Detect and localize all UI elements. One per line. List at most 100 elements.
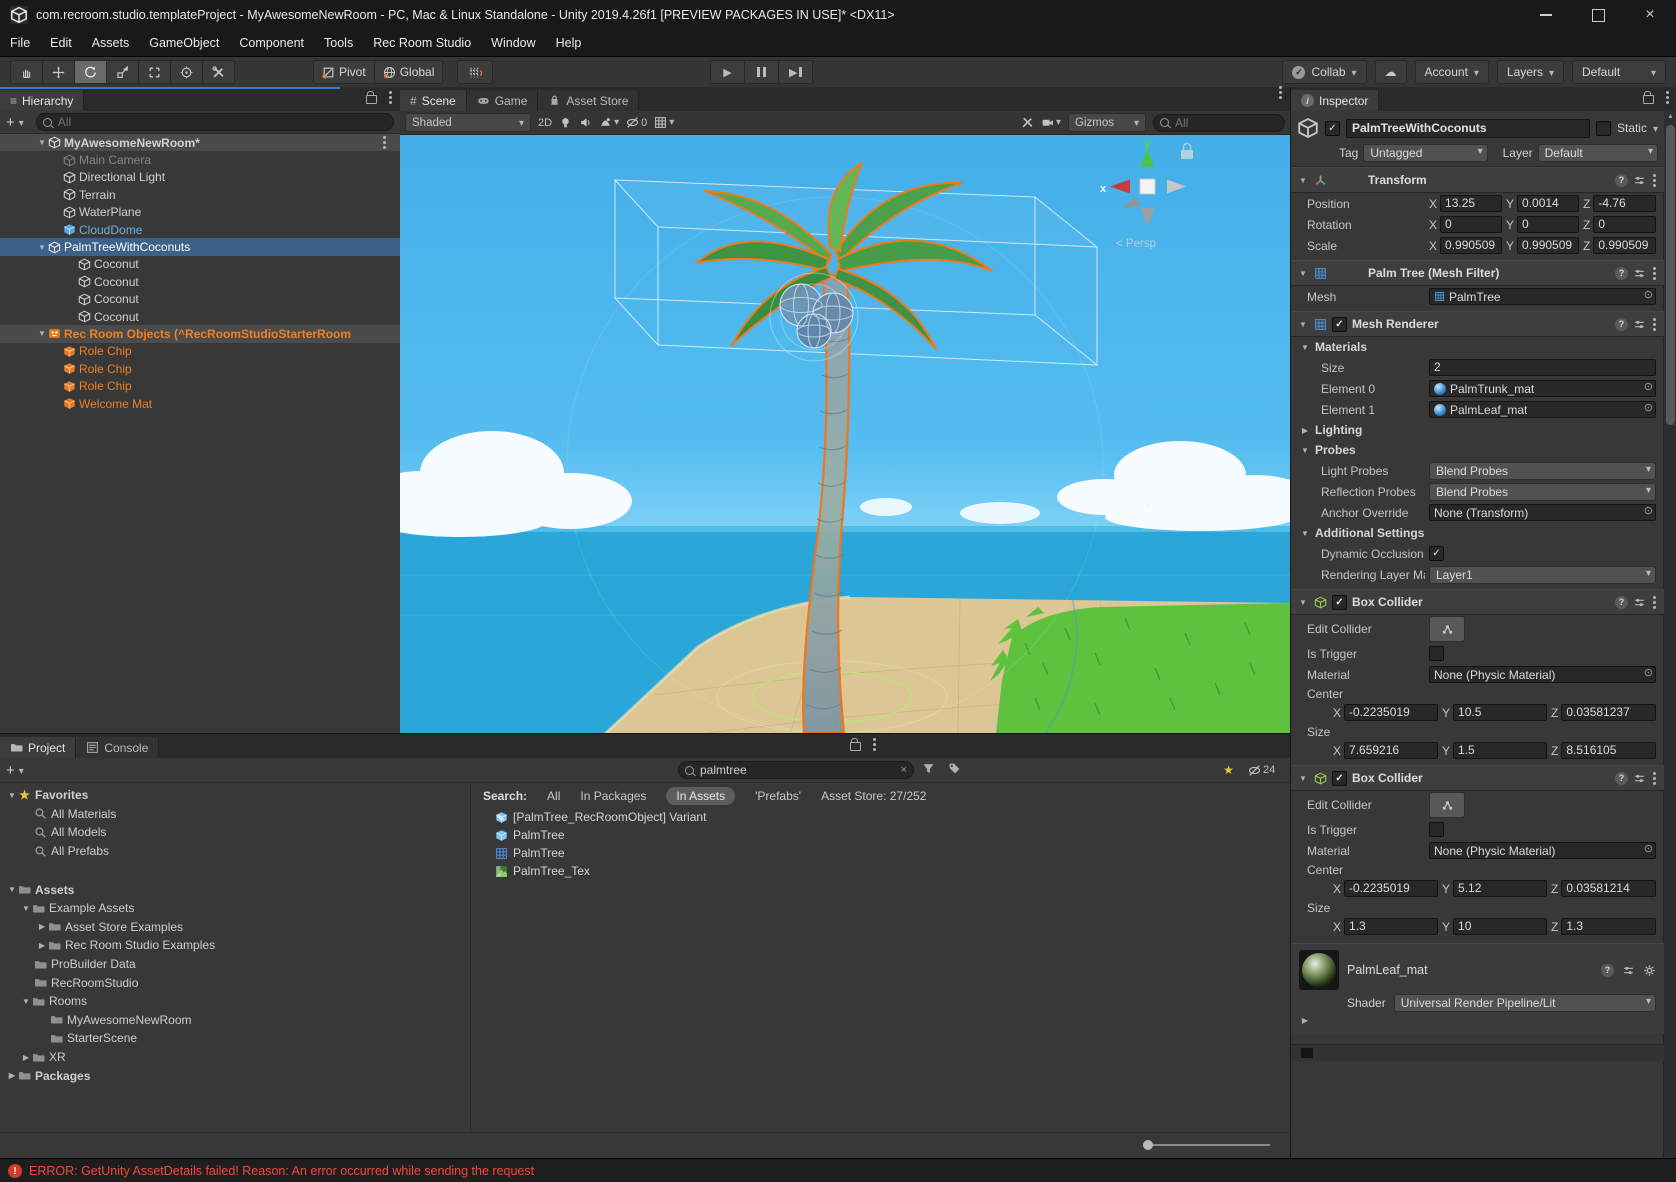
- scope-in-assets[interactable]: In Assets: [666, 787, 735, 805]
- tree-example-assets[interactable]: Example Assets: [0, 899, 470, 918]
- edit-collider-button[interactable]: [1429, 616, 1465, 642]
- move-tool-button[interactable]: [42, 60, 74, 84]
- custom-tools-button[interactable]: [202, 60, 235, 84]
- collider-enabled-checkbox[interactable]: [1332, 595, 1347, 610]
- shading-mode-dropdown[interactable]: Shaded: [405, 113, 531, 132]
- step-button[interactable]: ▶: [778, 60, 813, 84]
- hierarchy-item-coconut[interactable]: Coconut: [0, 256, 400, 273]
- tree-recroomstudio[interactable]: RecRoomStudio: [0, 973, 470, 992]
- foldout-icon[interactable]: [1299, 446, 1311, 455]
- scene-search-input[interactable]: [1173, 115, 1278, 131]
- foldout-icon[interactable]: [1297, 320, 1309, 329]
- tab-project[interactable]: Project: [0, 737, 76, 758]
- tree-starterscene[interactable]: StarterScene: [0, 1029, 470, 1048]
- foldout-icon[interactable]: [36, 329, 48, 338]
- size-y-field[interactable]: 1.5: [1453, 742, 1547, 759]
- clear-search-icon[interactable]: ×: [901, 764, 907, 776]
- hierarchy-search-input[interactable]: [56, 114, 387, 130]
- help-icon[interactable]: ?: [1615, 318, 1628, 331]
- is-trigger-checkbox[interactable]: [1429, 646, 1444, 661]
- kebab-menu-icon[interactable]: [1653, 272, 1656, 275]
- mesh-renderer-header[interactable]: Mesh Renderer ?: [1291, 311, 1664, 337]
- account-dropdown[interactable]: Account: [1415, 60, 1489, 84]
- foldout-icon[interactable]: [1297, 598, 1309, 607]
- shader-dropdown[interactable]: Universal Render Pipeline/Lit: [1394, 994, 1656, 1012]
- position-z-field[interactable]: -4.76: [1593, 195, 1656, 212]
- mesh-renderer-enabled-checkbox[interactable]: [1332, 317, 1347, 332]
- tag-dropdown[interactable]: Untagged: [1363, 144, 1487, 162]
- slider-thumb[interactable]: [1143, 1140, 1153, 1150]
- size-x-field[interactable]: 1.3: [1344, 918, 1438, 935]
- object-picker-icon[interactable]: ⊙: [1644, 666, 1653, 679]
- tab-hierarchy[interactable]: ≡ Hierarchy: [0, 90, 84, 111]
- tree-rec-room-studio-examples[interactable]: Rec Room Studio Examples: [0, 936, 470, 955]
- hierarchy-item-coconut[interactable]: Coconut: [0, 291, 400, 308]
- layers-dropdown[interactable]: Layers: [1497, 60, 1564, 84]
- scene-tools-button[interactable]: [1021, 116, 1034, 129]
- help-icon[interactable]: ?: [1615, 267, 1628, 280]
- help-icon[interactable]: ?: [1615, 174, 1628, 187]
- object-picker-icon[interactable]: ⊙: [1644, 401, 1653, 414]
- center-y-field[interactable]: 5.12: [1453, 880, 1547, 897]
- menu-gameobject[interactable]: GameObject: [139, 36, 229, 50]
- transform-tool-button[interactable]: [170, 60, 202, 84]
- probes-foldout[interactable]: Probes: [1291, 440, 1664, 460]
- tree-assets[interactable]: Assets: [0, 880, 470, 899]
- rendering-layer-dropdown[interactable]: Layer1: [1429, 566, 1656, 584]
- search-by-type-button[interactable]: [922, 762, 935, 778]
- menu-assets[interactable]: Assets: [82, 36, 140, 50]
- add-gameobject-button[interactable]: +: [6, 115, 15, 130]
- hand-tool-button[interactable]: [10, 60, 42, 84]
- result-palmtree-tex[interactable]: PalmTree_Tex: [471, 862, 1290, 880]
- hierarchy-item-palmtreewithcoconuts[interactable]: PalmTreeWithCoconuts: [0, 238, 400, 255]
- collider-enabled-checkbox[interactable]: [1332, 771, 1347, 786]
- menu-window[interactable]: Window: [481, 36, 545, 50]
- hidden-objects-toggle[interactable]: 0: [626, 116, 647, 129]
- static-dropdown-caret[interactable]: [1653, 121, 1658, 135]
- tab-game[interactable]: Game: [467, 90, 539, 111]
- object-picker-icon[interactable]: ⊙: [1644, 288, 1653, 301]
- lighting-foldout[interactable]: Lighting: [1291, 420, 1664, 440]
- scope-prefabs[interactable]: 'Prefabs': [755, 789, 801, 803]
- tree-favorites[interactable]: ★ Favorites: [0, 786, 470, 805]
- additional-settings-foldout[interactable]: Additional Settings: [1291, 523, 1664, 543]
- collab-dropdown[interactable]: ✓ Collab: [1282, 60, 1366, 84]
- layout-dropdown[interactable]: Default: [1572, 60, 1666, 84]
- material-foldout-icon[interactable]: [1299, 1016, 1311, 1025]
- lighting-toggle-button[interactable]: [559, 116, 572, 129]
- tree-all-models[interactable]: All Models: [0, 823, 470, 842]
- box-collider-1-header[interactable]: Box Collider ?: [1291, 589, 1664, 615]
- hierarchy-item-main-camera[interactable]: Main Camera: [0, 151, 400, 168]
- foldout-icon[interactable]: [1297, 269, 1309, 278]
- scroll-up-arrow[interactable]: ▲: [1664, 113, 1676, 120]
- hierarchy-item-directional-light[interactable]: Directional Light: [0, 169, 400, 186]
- scope-asset-store[interactable]: Asset Store: 27/252: [821, 789, 926, 803]
- box-collider-2-header[interactable]: Box Collider ?: [1291, 765, 1664, 791]
- thumbnail-zoom-slider[interactable]: [1145, 1144, 1270, 1146]
- rotation-x-field[interactable]: 0: [1440, 216, 1502, 233]
- tree-asset-store-examples[interactable]: Asset Store Examples: [0, 918, 470, 937]
- hierarchy-item-clouddome[interactable]: CloudDome: [0, 221, 400, 238]
- global-toggle-button[interactable]: Global: [375, 60, 444, 84]
- mesh-filter-header[interactable]: Palm Tree (Mesh Filter) ?: [1291, 260, 1664, 286]
- tab-inspector[interactable]: i Inspector: [1291, 90, 1379, 111]
- transform-header[interactable]: Transform ?: [1291, 167, 1664, 193]
- physic-material-field[interactable]: None (Physic Material) ⊙: [1429, 666, 1656, 683]
- material-preview[interactable]: [1299, 950, 1339, 990]
- scale-y-field[interactable]: 0.990509: [1517, 237, 1579, 254]
- grid-visibility-dropdown[interactable]: [654, 116, 674, 129]
- status-bar[interactable]: ! ERROR: GetUnity AssetDetails failed! R…: [0, 1158, 1676, 1182]
- kebab-menu-icon[interactable]: [1653, 323, 1656, 326]
- kebab-menu-icon[interactable]: [1653, 601, 1656, 604]
- scope-in-packages[interactable]: In Packages: [580, 789, 646, 803]
- result-palmtree-recroomobject-variant[interactable]: [PalmTree_RecRoomObject] Variant: [471, 808, 1290, 826]
- scale-tool-button[interactable]: [106, 60, 138, 84]
- tree-all-materials[interactable]: All Materials: [0, 805, 470, 824]
- hierarchy-item-role-chip[interactable]: Role Chip: [0, 377, 400, 394]
- help-icon[interactable]: ?: [1615, 772, 1628, 785]
- menu-tools[interactable]: Tools: [314, 36, 363, 50]
- save-search-button[interactable]: ★: [1222, 763, 1235, 777]
- menu-rec-room-studio[interactable]: Rec Room Studio: [363, 36, 481, 50]
- scene-viewport[interactable]: y x < Persp: [400, 135, 1290, 734]
- center-x-field[interactable]: -0.2235019: [1344, 880, 1438, 897]
